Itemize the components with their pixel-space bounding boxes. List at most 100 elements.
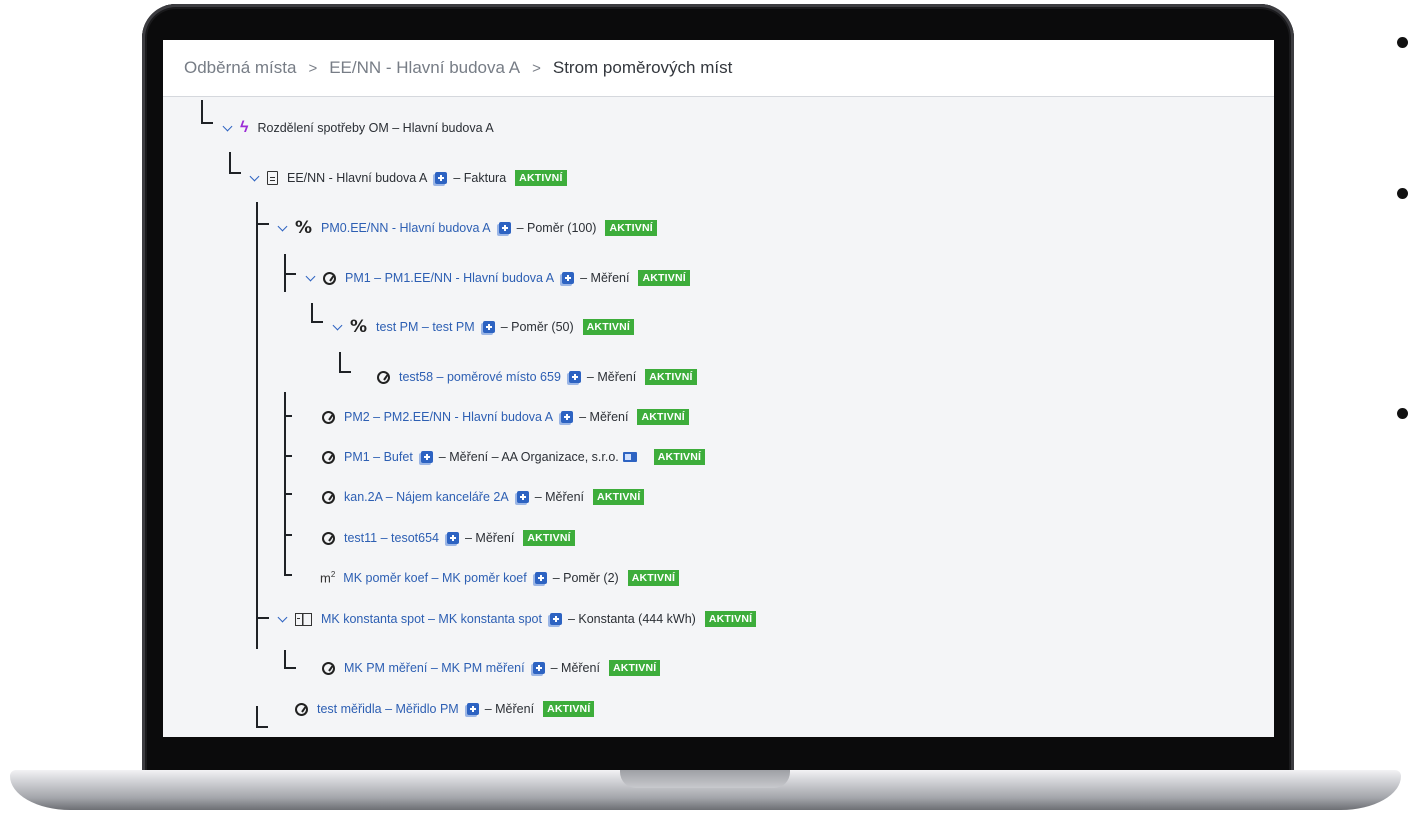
status-badge: AKTIVNÍ [543, 701, 595, 717]
add-icon[interactable] [534, 572, 547, 584]
calculator-icon [295, 612, 312, 626]
add-icon[interactable] [549, 613, 562, 625]
document-icon [267, 171, 278, 185]
node-link[interactable]: test měřidla – Měřidlo PM [317, 702, 459, 716]
node-link[interactable]: test11 – tesot654 [344, 531, 439, 545]
square-meter-icon: m2 [320, 570, 336, 586]
tree-node[interactable]: PM2 – PM2.EE/NN - Hlavní budova A – Měře… [322, 406, 689, 428]
status-badge: AKTIVNÍ [704, 611, 757, 627]
breadcrumb-item-odberna-mista[interactable]: Odběrná místa [184, 58, 296, 78]
node-link[interactable]: MK PM měření – MK PM měření [344, 661, 525, 675]
status-badge: AKTIVNÍ [593, 489, 645, 505]
node-type: – Faktura [453, 171, 507, 185]
add-icon[interactable] [516, 491, 529, 503]
tree-node[interactable]: m2 MK poměr koef – MK poměr koef – Poměr… [320, 567, 680, 589]
chevron-down-icon[interactable] [332, 320, 343, 330]
node-type: – Měření [586, 370, 637, 384]
node-type: – Měření [550, 661, 600, 675]
status-badge: AKTIVNÍ [608, 660, 661, 676]
node-link[interactable]: PM1 – Bufet [344, 450, 413, 464]
node-type: – Měření [464, 531, 515, 545]
status-badge: AKTIVNÍ [582, 319, 635, 335]
add-icon[interactable] [466, 703, 479, 715]
gauge-icon [322, 531, 335, 545]
status-badge: AKTIVNÍ [637, 409, 689, 425]
app-screen: Odběrná místa > EE/NN - Hlavní budova A … [163, 40, 1274, 737]
tree-node[interactable]: test11 – tesot654 – Měření AKTIVNÍ [322, 527, 575, 549]
add-icon[interactable] [568, 371, 581, 383]
node-type: – Konstanta (444 kWh) [567, 612, 696, 626]
breadcrumb-separator: > [532, 59, 541, 77]
tree-node[interactable]: PM1 – Bufet – Měření – AA Organizace, s.… [322, 446, 706, 468]
node-type: – Poměr (50) [500, 320, 574, 334]
status-badge: AKTIVNÍ [523, 530, 575, 546]
tree-node[interactable]: % test PM – test PM – Poměr (50) AKTIVNÍ [331, 316, 635, 338]
bolt-icon: ϟ [240, 119, 249, 136]
chevron-down-icon[interactable] [305, 271, 316, 281]
contact-card-icon[interactable] [622, 452, 637, 462]
status-badge: AKTIVNÍ [653, 449, 706, 465]
measurement-tree: ϟ Rozdělení spotřeby OM – Hlavní budova … [163, 97, 1274, 737]
bullet-dot [1397, 408, 1408, 419]
breadcrumb-separator: > [308, 59, 318, 77]
node-link[interactable]: test58 – poměrové místo 659 [399, 370, 561, 384]
tree-node[interactable]: test měřidla – Měřidlo PM – Měření AKTIV… [295, 698, 595, 720]
tree-node[interactable]: test58 – poměrové místo 659 – Měření AKT… [377, 366, 697, 388]
tree-node[interactable]: ϟ Rozdělení spotřeby OM – Hlavní budova … [221, 117, 494, 139]
breadcrumb: Odběrná místa > EE/NN - Hlavní budova A … [163, 40, 1274, 97]
add-icon[interactable] [561, 411, 574, 423]
node-label: Rozdělení spotřeby OM – Hlavní budova A [257, 121, 494, 135]
add-icon[interactable] [446, 532, 459, 544]
gauge-icon [322, 450, 335, 464]
tree-node[interactable]: kan.2A – Nájem kanceláře 2A – Měření AKT… [322, 486, 645, 508]
gauge-icon [322, 661, 335, 675]
gauge-icon [322, 410, 335, 424]
node-type: – Měření [534, 490, 585, 504]
node-link[interactable]: PM2 – PM2.EE/NN - Hlavní budova A [344, 410, 553, 424]
node-link[interactable]: MK poměr koef – MK poměr koef [343, 571, 526, 585]
gauge-icon [323, 271, 336, 285]
chevron-down-icon[interactable] [277, 612, 288, 622]
percent-icon: % [295, 217, 313, 238]
gauge-icon [322, 490, 335, 504]
bullet-dot [1397, 188, 1408, 199]
node-type: – Měření [580, 271, 630, 285]
tree-node[interactable]: PM1 – PM1.EE/NN - Hlavní budova A – Měře… [304, 267, 690, 289]
node-link[interactable]: kan.2A – Nájem kanceláře 2A [344, 490, 509, 504]
status-badge: AKTIVNÍ [627, 570, 680, 586]
node-link[interactable]: PM1 – PM1.EE/NN - Hlavní budova A [345, 271, 554, 285]
status-badge: AKTIVNÍ [645, 369, 697, 385]
node-link[interactable]: test PM – test PM [376, 320, 475, 334]
status-badge: AKTIVNÍ [605, 220, 657, 236]
tree-node[interactable]: MK PM měření – MK PM měření – Měření AKT… [322, 657, 661, 679]
tree-node[interactable]: % PM0.EE/NN - Hlavní budova A – Poměr (1… [276, 217, 657, 239]
add-icon[interactable] [435, 172, 448, 184]
status-badge: AKTIVNÍ [638, 270, 690, 286]
percent-icon: % [350, 316, 368, 337]
node-link[interactable]: MK konstanta spot – MK konstanta spot [321, 612, 542, 626]
add-icon[interactable] [498, 222, 511, 234]
add-icon[interactable] [532, 662, 545, 674]
chevron-down-icon[interactable] [222, 121, 233, 131]
node-type: – Poměr (2) [552, 571, 619, 585]
breadcrumb-item-ee-nn[interactable]: EE/NN - Hlavní budova A [329, 58, 520, 78]
bullet-dot [1397, 37, 1408, 48]
tree-node[interactable]: EE/NN - Hlavní budova A – Faktura AKTIVN… [248, 167, 567, 189]
node-label: EE/NN - Hlavní budova A [287, 171, 428, 185]
add-icon[interactable] [482, 321, 495, 333]
add-icon[interactable] [562, 272, 575, 284]
breadcrumb-item-current: Strom poměrových míst [552, 58, 733, 77]
gauge-icon [377, 370, 390, 384]
tree-node[interactable]: MK konstanta spot – MK konstanta spot – … [276, 608, 757, 630]
chevron-down-icon[interactable] [277, 221, 288, 231]
gauge-icon [295, 702, 308, 716]
node-link[interactable]: PM0.EE/NN - Hlavní budova A [321, 221, 491, 235]
status-badge: AKTIVNÍ [515, 170, 567, 186]
node-type: – Měření [579, 410, 629, 424]
add-icon[interactable] [420, 451, 433, 463]
node-type: – Poměr (100) [516, 221, 597, 235]
laptop-notch [620, 770, 790, 788]
node-type: – Měření [484, 702, 535, 716]
chevron-down-icon[interactable] [249, 171, 260, 181]
node-type: – Měření – AA Organizace, s.r.o. [438, 450, 619, 464]
